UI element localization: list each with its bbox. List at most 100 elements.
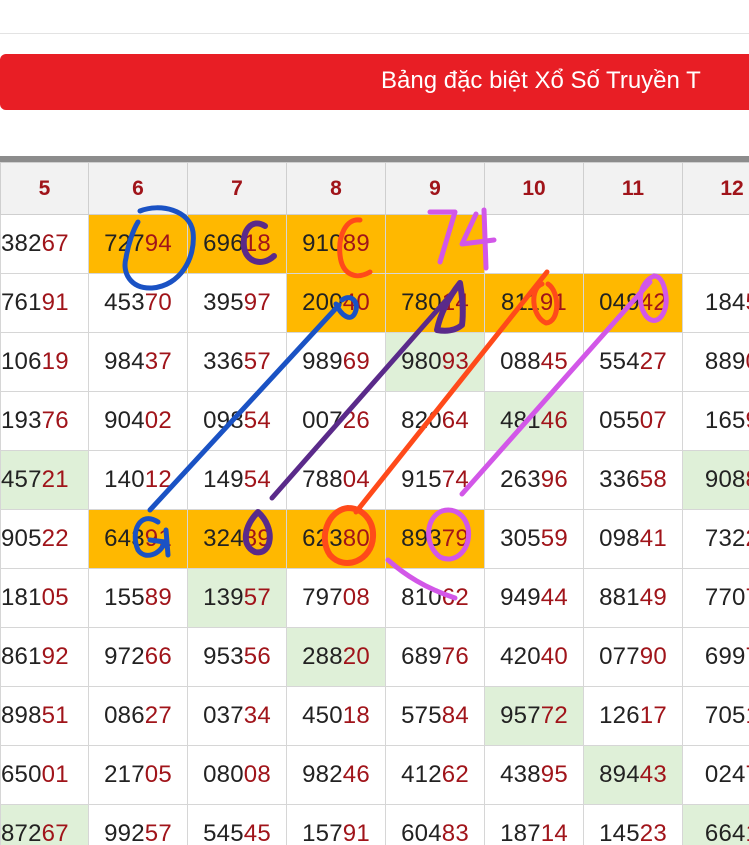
result-cell: 64391 [89,510,188,569]
number-prefix: 980 [401,348,442,375]
number-suffix: 18 [244,230,271,257]
number-prefix: 184 [705,289,746,316]
result-cell: 38267 [1,215,89,274]
result-cell: 21705 [89,746,188,805]
number-suffix: 66 [145,643,172,670]
number-prefix: 324 [203,525,244,552]
number-prefix: 554 [599,348,640,375]
result-cell: 7051 [683,687,749,746]
number-suffix: 83 [442,820,469,845]
number-suffix: 7 [746,643,749,670]
number-suffix: 72 [541,702,568,729]
number-suffix: 42 [640,289,667,316]
number-suffix: 62 [442,761,469,788]
result-cell: 05507 [584,392,683,451]
number-suffix: 91 [42,289,69,316]
result-cell: 98093 [386,333,485,392]
number-prefix: 438 [500,761,541,788]
number-suffix: 57 [244,584,271,611]
result-cell: 69618 [188,215,287,274]
number-prefix: 024 [705,761,746,788]
table-row: 861929726695356288206897642040077906997 [1,628,749,687]
number-prefix: 732 [705,525,746,552]
result-cell: 08627 [89,687,188,746]
number-suffix: 2 [746,525,749,552]
number-suffix: 57 [145,820,172,845]
number-prefix: 098 [203,407,244,434]
number-suffix: 22 [42,525,69,552]
result-cell: 07790 [584,628,683,687]
number-prefix: 263 [500,466,541,493]
result-cell: 09841 [584,510,683,569]
number-suffix: 56 [244,643,271,670]
result-cell [485,215,584,274]
number-prefix: 181 [1,584,42,611]
number-prefix: 788 [302,466,343,493]
number-suffix: 18 [343,702,370,729]
number-prefix: 193 [1,407,42,434]
result-cell: 90402 [89,392,188,451]
result-cell: 08845 [485,333,584,392]
number-prefix: 904 [104,407,145,434]
result-cell: 88149 [584,569,683,628]
number-suffix: 89 [343,230,370,257]
number-suffix: 69 [343,348,370,375]
number-suffix: 41 [640,525,667,552]
number-prefix: 106 [1,348,42,375]
number-suffix: 12 [145,466,172,493]
result-cell: 68976 [386,628,485,687]
table-row: 905226439132489623808937930559098417322 [1,510,749,569]
number-prefix: 157 [302,820,343,845]
top-divider [0,33,749,34]
result-cell: 97266 [89,628,188,687]
number-prefix: 305 [500,525,541,552]
number-suffix: 8 [746,466,749,493]
result-cell: 95356 [188,628,287,687]
number-suffix: 43 [640,761,667,788]
number-prefix: 200 [302,289,343,316]
number-suffix: 0 [746,348,749,375]
number-prefix: 881 [599,584,640,611]
number-suffix: 89 [244,525,271,552]
result-cell: 1845 [683,274,749,333]
number-prefix: 126 [599,702,640,729]
result-cell: 91574 [386,451,485,510]
number-suffix: 95 [541,761,568,788]
number-prefix: 761 [1,289,42,316]
number-suffix: 70 [145,289,172,316]
number-suffix: 91 [145,525,172,552]
result-cell: 81191 [485,274,584,333]
result-cell: 7322 [683,510,749,569]
number-suffix: 05 [42,584,69,611]
table-row: 761914537039597200407801481191049421845 [1,274,749,333]
number-prefix: 088 [500,348,541,375]
result-cell: 12617 [584,687,683,746]
special-results-table: 5 6 7 8 9 10 11 12 382677279469618910897… [0,156,749,845]
number-prefix: 217 [104,761,145,788]
result-cell: 95772 [485,687,584,746]
result-cell: 33657 [188,333,287,392]
result-cell: 72794 [89,215,188,274]
number-suffix: 80 [343,525,370,552]
result-cell: 14954 [188,451,287,510]
number-suffix: 14 [442,289,469,316]
number-prefix: 915 [401,466,442,493]
number-suffix: 9 [746,407,749,434]
result-cell: 10619 [1,333,89,392]
result-cell: 90522 [1,510,89,569]
result-cell: 7707 [683,569,749,628]
number-suffix: 58 [640,466,667,493]
number-prefix: 872 [1,820,42,845]
number-prefix: 982 [302,761,343,788]
number-suffix: 92 [42,643,69,670]
result-cell: 1659 [683,392,749,451]
number-suffix: 44 [541,584,568,611]
number-prefix: 861 [1,643,42,670]
header-row: 5 6 7 8 9 10 11 12 [1,163,749,215]
number-suffix: 27 [640,348,667,375]
number-prefix: 140 [104,466,145,493]
number-suffix: 67 [42,820,69,845]
result-cell: 76191 [1,274,89,333]
number-suffix: 64 [442,407,469,434]
number-suffix: 45 [244,820,271,845]
